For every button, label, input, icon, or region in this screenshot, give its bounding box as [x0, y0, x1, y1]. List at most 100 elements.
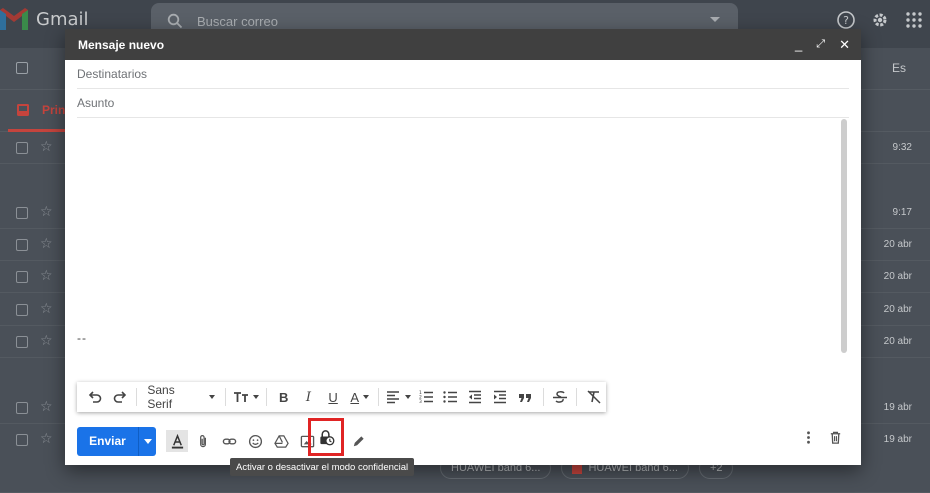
chevron-down-icon — [209, 395, 216, 399]
font-select[interactable]: Sans Serif — [141, 383, 221, 411]
row-checkbox[interactable] — [16, 271, 28, 283]
formatting-options-button[interactable] — [166, 430, 188, 452]
chevron-down-icon — [143, 438, 152, 444]
row-checkbox[interactable] — [16, 239, 28, 251]
apps-grid-icon[interactable] — [904, 10, 924, 30]
insert-link-button[interactable] — [218, 430, 240, 452]
undo-button[interactable] — [83, 385, 108, 409]
gmail-logo[interactable]: Gmail — [0, 8, 89, 30]
row-checkbox[interactable] — [16, 434, 28, 446]
star-icon[interactable]: ☆ — [40, 203, 53, 220]
close-icon[interactable]: ✕ — [839, 38, 850, 51]
row-time: 20 abr — [883, 336, 912, 347]
text-color-button[interactable]: A — [345, 385, 374, 409]
gear-icon[interactable] — [870, 10, 890, 30]
chevron-down-icon — [253, 395, 260, 399]
text-color-icon: A — [350, 389, 360, 405]
row-checkbox[interactable] — [16, 402, 28, 414]
confidential-mode-tooltip: Activar o desactivar el modo confidencia… — [230, 458, 415, 476]
row-checkbox[interactable] — [16, 304, 28, 316]
paperclip-icon — [199, 434, 206, 447]
indent-more-button[interactable] — [487, 385, 512, 409]
star-icon[interactable]: ☆ — [40, 267, 53, 284]
align-button[interactable] — [383, 385, 413, 409]
formatting-toolbar: Sans Serif B I U A 123 — [77, 382, 606, 412]
body-scrollbar[interactable] — [841, 119, 847, 353]
row-checkbox[interactable] — [16, 336, 28, 348]
more-options-icon[interactable] — [801, 430, 816, 445]
search-icon — [167, 13, 183, 29]
compose-action-bar: Enviar — [77, 418, 849, 456]
italic-button[interactable]: I — [296, 385, 321, 409]
row-time: 20 abr — [883, 271, 912, 282]
separator — [542, 388, 544, 406]
row-checkbox[interactable] — [16, 142, 28, 154]
gmail-m-icon — [0, 8, 28, 30]
separator — [576, 388, 578, 406]
strikethrough-icon — [553, 391, 568, 403]
fullscreen-icon[interactable]: ⤢ — [816, 39, 825, 50]
insert-drive-button[interactable] — [270, 430, 292, 452]
row-checkbox[interactable] — [16, 207, 28, 219]
tab-primary[interactable]: Prin — [8, 90, 74, 132]
send-button[interactable]: Enviar — [77, 427, 138, 456]
row-time: 19 abr — [883, 434, 912, 445]
subject-field[interactable]: Asunto — [77, 89, 849, 118]
star-icon[interactable]: ☆ — [40, 235, 53, 252]
row-time: 19 abr — [883, 402, 912, 413]
indent-more-icon — [493, 390, 506, 404]
bulleted-list-button[interactable] — [438, 385, 463, 409]
star-icon[interactable]: ☆ — [40, 398, 53, 415]
link-icon — [222, 437, 236, 445]
separator — [266, 388, 268, 406]
row-time: 20 abr — [883, 304, 912, 315]
emoji-icon — [248, 434, 262, 448]
gmail-logo-text: Gmail — [36, 8, 89, 30]
remove-formatting-button[interactable] — [581, 385, 606, 409]
strikethrough-button[interactable] — [548, 385, 573, 409]
star-icon[interactable]: ☆ — [40, 300, 53, 317]
send-options-button[interactable] — [138, 426, 156, 456]
bold-button[interactable]: B — [271, 385, 296, 409]
numbered-list-button[interactable]: 123 — [413, 385, 438, 409]
message-body[interactable] — [77, 121, 837, 379]
attach-files-button[interactable] — [192, 430, 214, 452]
chevron-down-icon — [363, 395, 370, 399]
help-icon[interactable]: ? — [836, 10, 856, 30]
select-all-checkbox[interactable] — [16, 62, 28, 74]
indent-less-button[interactable] — [463, 385, 488, 409]
insert-emoji-button[interactable] — [244, 430, 266, 452]
confidential-mode-button[interactable] — [308, 418, 344, 456]
compose-header[interactable]: Mensaje nuevo _ ⤢ ✕ — [65, 29, 861, 60]
send-button-group: Enviar — [77, 426, 156, 456]
search-options-icon[interactable] — [710, 17, 720, 22]
chevron-down-icon — [405, 395, 412, 399]
redo-button[interactable] — [108, 385, 133, 409]
underline-icon: U — [328, 389, 338, 405]
recipients-field[interactable]: Destinatarios — [77, 60, 849, 89]
pen-icon — [353, 435, 364, 446]
numbered-list-icon: 123 — [419, 390, 433, 405]
send-button-label: Enviar — [89, 434, 126, 448]
align-left-icon — [387, 391, 400, 404]
tab-primary-label: Prin — [42, 102, 66, 117]
font-select-value: Sans Serif — [147, 383, 175, 411]
undo-icon — [89, 391, 102, 403]
trash-icon[interactable] — [828, 430, 843, 445]
bold-icon: B — [279, 389, 289, 405]
font-size-button[interactable] — [230, 385, 262, 409]
separator — [136, 388, 138, 406]
input-language[interactable]: Es — [892, 61, 906, 75]
signature-button[interactable] — [347, 430, 369, 452]
star-icon[interactable]: ☆ — [40, 430, 53, 447]
star-icon[interactable]: ☆ — [40, 138, 53, 155]
underline-button[interactable]: U — [321, 385, 346, 409]
minimize-icon[interactable]: _ — [795, 38, 802, 51]
svg-text:3: 3 — [419, 399, 422, 405]
svg-text:?: ? — [843, 14, 849, 27]
quote-button[interactable] — [512, 385, 539, 409]
redo-icon — [113, 391, 127, 403]
star-icon[interactable]: ☆ — [40, 332, 53, 349]
row-time: 20 abr — [883, 239, 912, 250]
text-format-icon — [171, 433, 183, 449]
